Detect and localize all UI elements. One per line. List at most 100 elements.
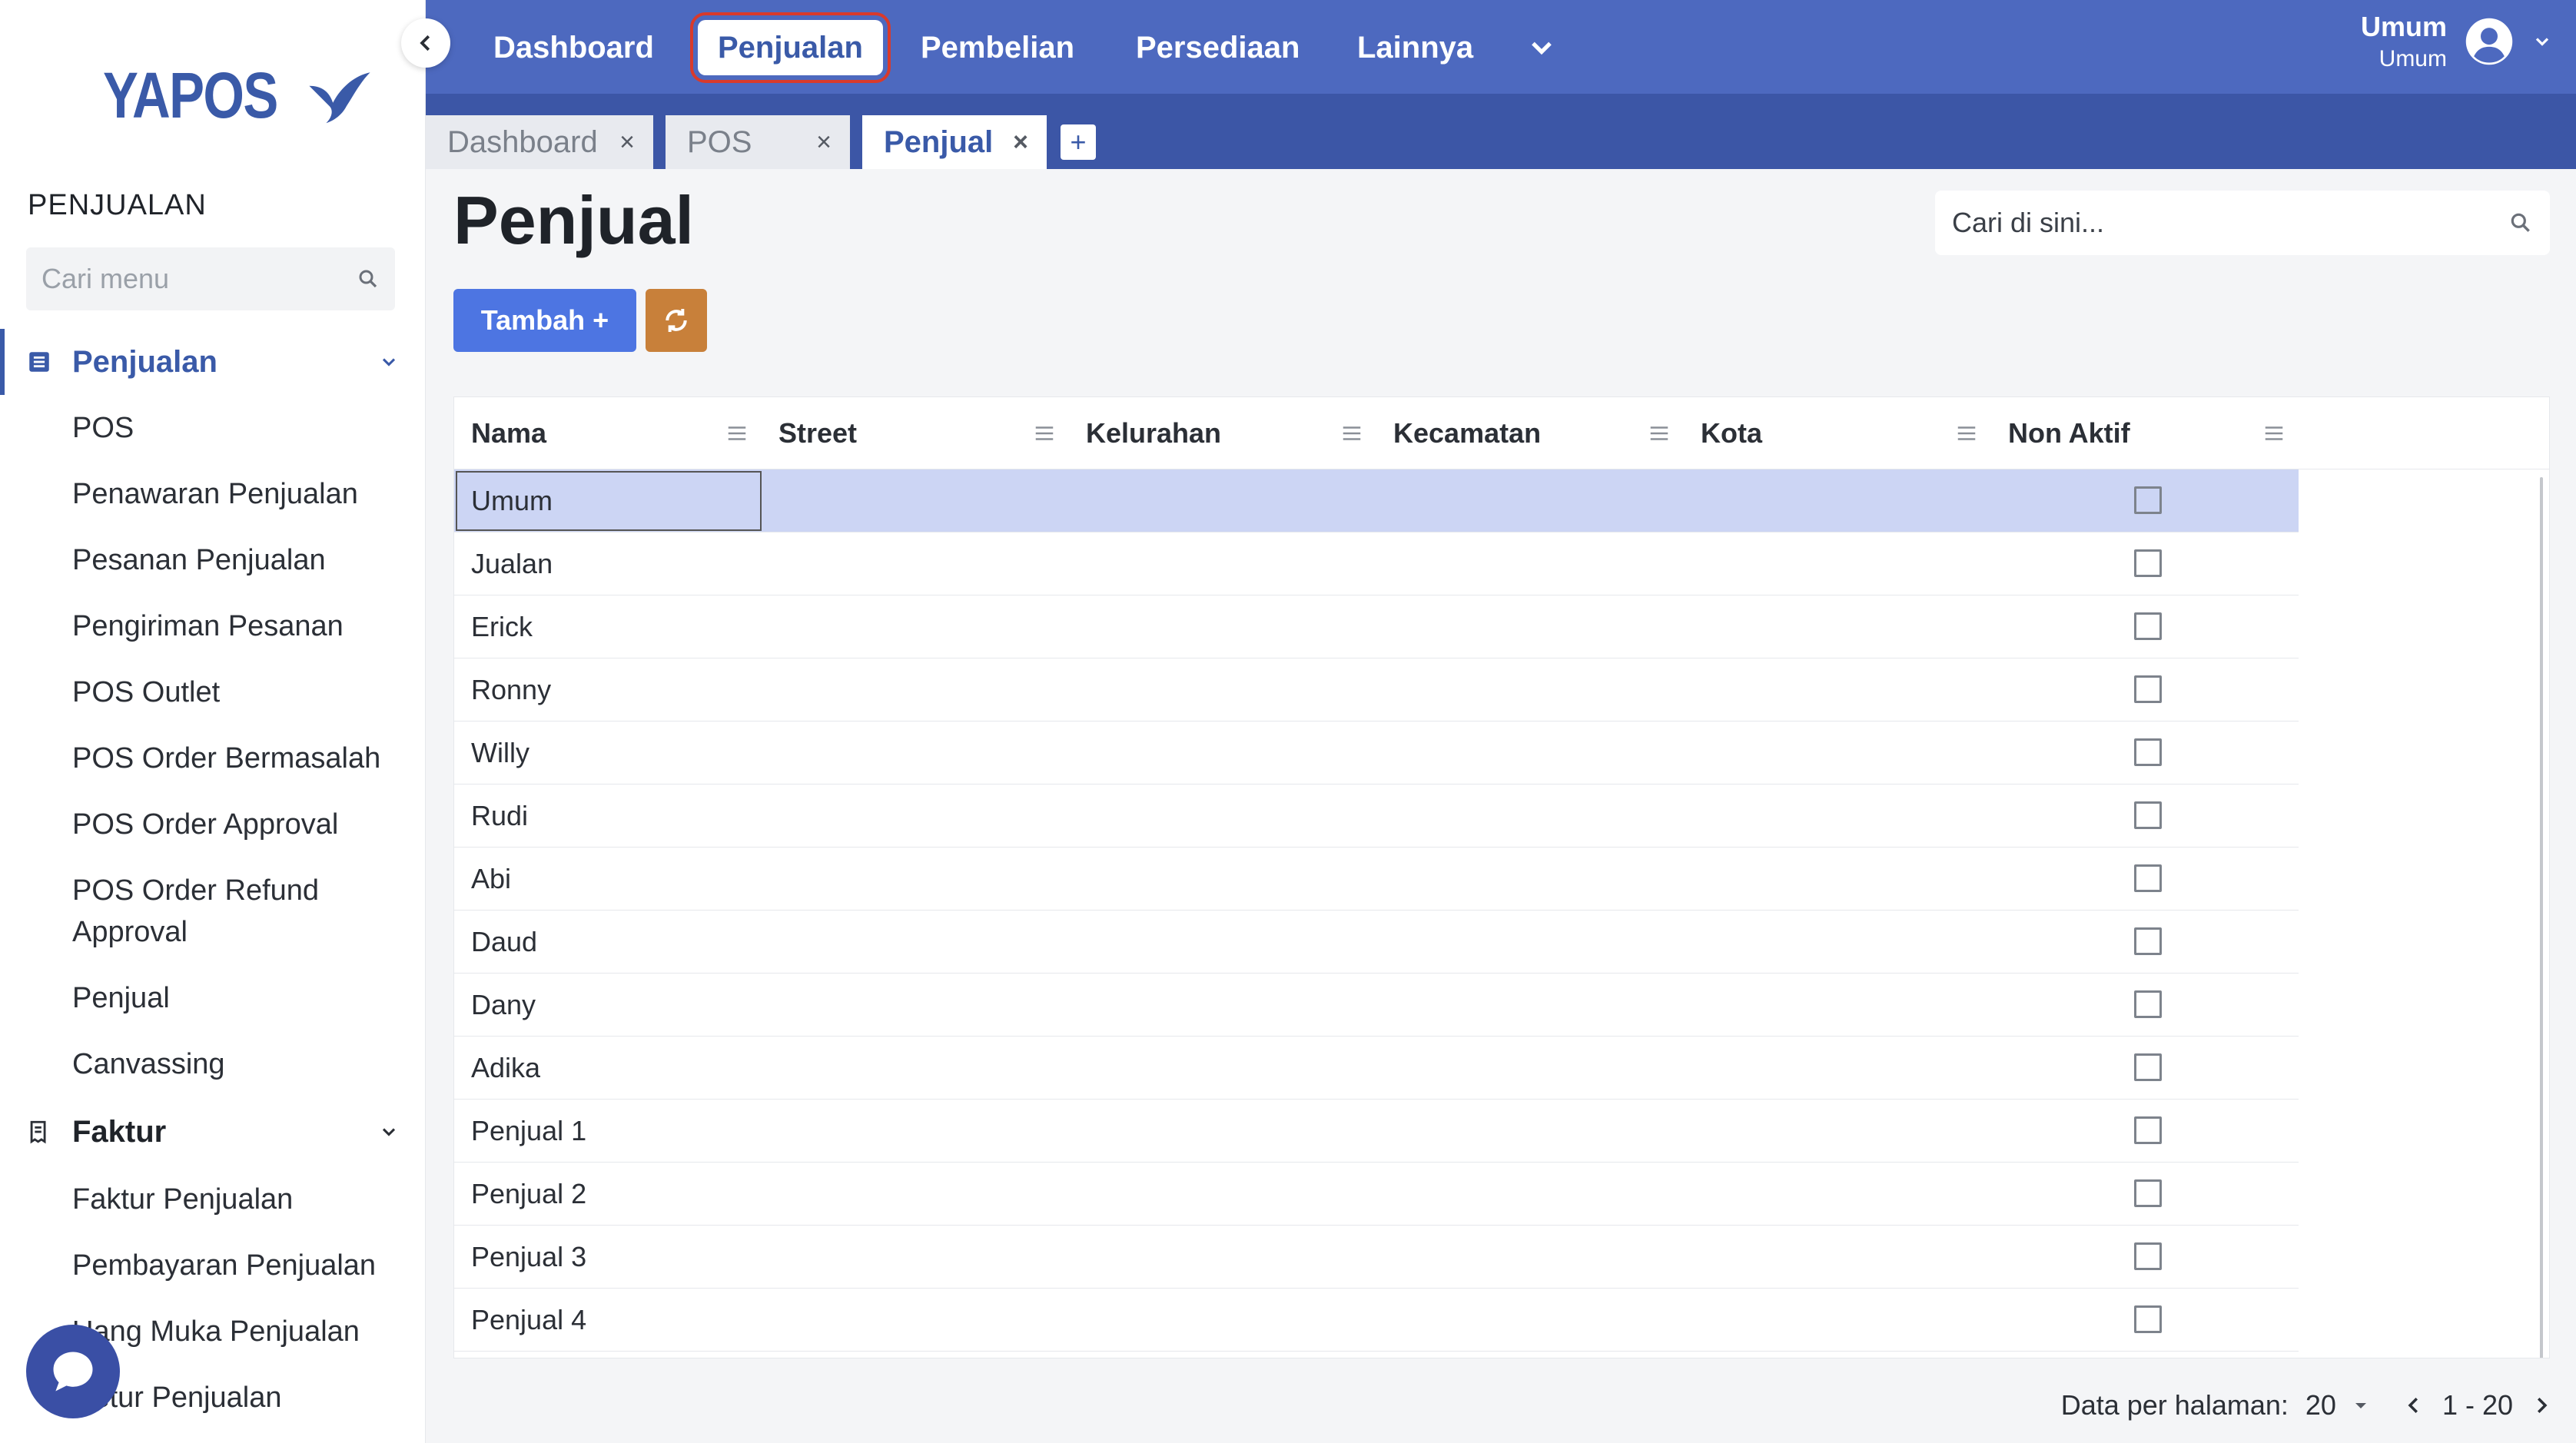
sidebar-item-pos[interactable]: POS — [72, 407, 134, 449]
tab-label: Penjual — [884, 124, 994, 159]
user-name: Umum — [2360, 11, 2447, 42]
non-aktif-checkbox[interactable] — [2134, 549, 2162, 577]
nav-lainnya[interactable]: Lainnya — [1357, 20, 1473, 75]
search-icon — [359, 270, 377, 288]
table-row[interactable]: Daud — [454, 911, 2299, 974]
non-aktif-checkbox[interactable] — [2134, 864, 2162, 892]
table-row[interactable]: Penjual 4 — [454, 1289, 2299, 1352]
table-row[interactable]: Willy — [454, 722, 2299, 785]
search-icon — [2511, 213, 2530, 232]
nav-dashboard[interactable]: Dashboard — [493, 20, 654, 75]
sidebar-item-pesanan-penjualan[interactable]: Pesanan Penjualan — [72, 539, 326, 581]
sidebar-item-pos-order-bermasalah[interactable]: POS Order Bermasalah — [72, 738, 380, 779]
nav-persediaan[interactable]: Persediaan — [1136, 20, 1300, 75]
sidebar-group-label: Penjualan — [72, 344, 217, 379]
column-header-nama[interactable]: Nama — [471, 397, 546, 469]
cell-nama: Jualan — [471, 548, 553, 579]
column-header-kota[interactable]: Kota — [1701, 397, 1762, 469]
non-aktif-checkbox[interactable] — [2134, 612, 2162, 640]
nav-pembelian[interactable]: Pembelian — [921, 20, 1074, 75]
cell-nama: Daud — [471, 926, 538, 957]
table-row[interactable]: Jualan — [454, 532, 2299, 595]
receipt-icon — [30, 1120, 46, 1144]
user-menu[interactable]: Umum Umum — [2361, 11, 2553, 72]
close-icon[interactable]: × — [619, 128, 635, 158]
column-menu-icon[interactable] — [1647, 422, 1671, 445]
nav-penjualan[interactable]: Penjualan — [690, 12, 891, 83]
cell-nama: Adika — [471, 1052, 541, 1083]
page-size-select[interactable]: 20 — [2305, 1389, 2370, 1421]
column-header-street[interactable]: Street — [778, 397, 857, 469]
cell-nama: Penjual 1 — [471, 1115, 587, 1146]
chevron-down-icon — [382, 358, 396, 367]
non-aktif-checkbox[interactable] — [2134, 486, 2162, 514]
logo-text: YAPOS — [103, 59, 278, 131]
add-button[interactable]: Tambah + — [453, 289, 636, 352]
tab-bar: Dashboard × POS × Penjual × + — [426, 94, 2576, 169]
table-row[interactable]: Dany — [454, 974, 2299, 1037]
sidebar-item-pos-order-refund[interactable]: POS Order Refund — [72, 870, 319, 911]
non-aktif-checkbox[interactable] — [2134, 1116, 2162, 1144]
table-row[interactable]: Erick — [454, 595, 2299, 658]
sidebar-item-pengiriman-pesanan[interactable]: Pengiriman Pesanan — [72, 605, 344, 647]
page-size-value: 20 — [2305, 1389, 2336, 1421]
non-aktif-checkbox[interactable] — [2134, 1179, 2162, 1207]
user-info: Umum Umum — [2361, 11, 2447, 72]
sidebar-group-penjualan[interactable]: Penjualan — [0, 329, 426, 395]
non-aktif-checkbox[interactable] — [2134, 738, 2162, 766]
table-row[interactable]: Ronny — [454, 658, 2299, 722]
sidebar-item-penawaran-penjualan[interactable]: Penawaran Penjualan — [72, 473, 358, 515]
table-row[interactable]: Rudi — [454, 785, 2299, 848]
vertical-scrollbar[interactable] — [2540, 477, 2543, 1358]
chat-button[interactable] — [26, 1325, 120, 1418]
column-menu-icon[interactable] — [2262, 422, 2286, 445]
column-header-kelurahan[interactable]: Kelurahan — [1086, 397, 1221, 469]
sidebar-item-canvassing[interactable]: Canvassing — [72, 1043, 225, 1085]
brand-logo[interactable]: YAPOS — [103, 58, 373, 133]
column-menu-icon[interactable] — [1032, 422, 1057, 445]
sidebar: YAPOS PENJUALAN Cari menu Penjualan POS … — [0, 0, 426, 1443]
non-aktif-checkbox[interactable] — [2134, 990, 2162, 1018]
column-header-kecamatan[interactable]: Kecamatan — [1393, 397, 1541, 469]
sidebar-item-faktur-penjualan[interactable]: Faktur Penjualan — [72, 1179, 293, 1220]
close-icon[interactable]: × — [1013, 128, 1028, 158]
add-tab-button[interactable]: + — [1061, 124, 1096, 160]
column-menu-icon[interactable] — [1954, 422, 1979, 445]
non-aktif-checkbox[interactable] — [2134, 1242, 2162, 1270]
tab-dashboard[interactable]: Dashboard × — [426, 115, 653, 169]
sidebar-item-pos-order-refund-approval[interactable]: Approval — [72, 911, 188, 953]
search-input[interactable]: Cari di sini... — [1935, 191, 2550, 255]
sidebar-item-penjual[interactable]: Penjual — [72, 977, 170, 1019]
refresh-button[interactable] — [646, 289, 707, 352]
non-aktif-checkbox[interactable] — [2134, 675, 2162, 703]
chevron-left-icon[interactable] — [2402, 1394, 2425, 1417]
chevron-down-icon[interactable] — [1525, 31, 1559, 65]
non-aktif-checkbox[interactable] — [2134, 801, 2162, 829]
sidebar-item-pos-outlet[interactable]: POS Outlet — [72, 672, 220, 713]
menu-search-input[interactable]: Cari menu — [26, 247, 395, 310]
non-aktif-checkbox[interactable] — [2134, 927, 2162, 955]
table-row[interactable]: Penjual 1 — [454, 1100, 2299, 1163]
sidebar-collapse-button[interactable] — [401, 18, 450, 68]
sidebar-item-uang-muka-penjualan[interactable]: Uang Muka Penjualan — [72, 1311, 360, 1352]
table-row[interactable]: Penjual 3 — [454, 1226, 2299, 1289]
chevron-down-icon — [382, 1128, 396, 1136]
column-menu-icon[interactable] — [725, 422, 749, 445]
column-header-non-aktif[interactable]: Non Aktif — [2008, 397, 2130, 469]
table-row[interactable]: Penjual 2 — [454, 1163, 2299, 1226]
sidebar-item-pos-order-approval[interactable]: POS Order Approval — [72, 804, 338, 845]
tab-penjual[interactable]: Penjual × — [862, 115, 1047, 169]
top-navigation: Dashboard Penjualan Pembelian Persediaan… — [426, 0, 2576, 94]
chevron-right-icon[interactable] — [2530, 1394, 2553, 1417]
table-row[interactable]: Abi — [454, 848, 2299, 911]
tab-pos[interactable]: POS × — [666, 115, 850, 169]
close-icon[interactable]: × — [816, 128, 832, 158]
non-aktif-checkbox[interactable] — [2134, 1305, 2162, 1333]
table-row[interactable]: Adika — [454, 1037, 2299, 1100]
non-aktif-checkbox[interactable] — [2134, 1053, 2162, 1081]
sidebar-group-faktur[interactable]: Faktur — [0, 1099, 426, 1165]
sidebar-item-pembayaran-penjualan[interactable]: Pembayaran Penjualan — [72, 1245, 376, 1286]
column-menu-icon[interactable] — [1339, 422, 1364, 445]
table-row[interactable]: Umum — [454, 469, 2299, 532]
chevron-left-icon — [420, 35, 430, 51]
